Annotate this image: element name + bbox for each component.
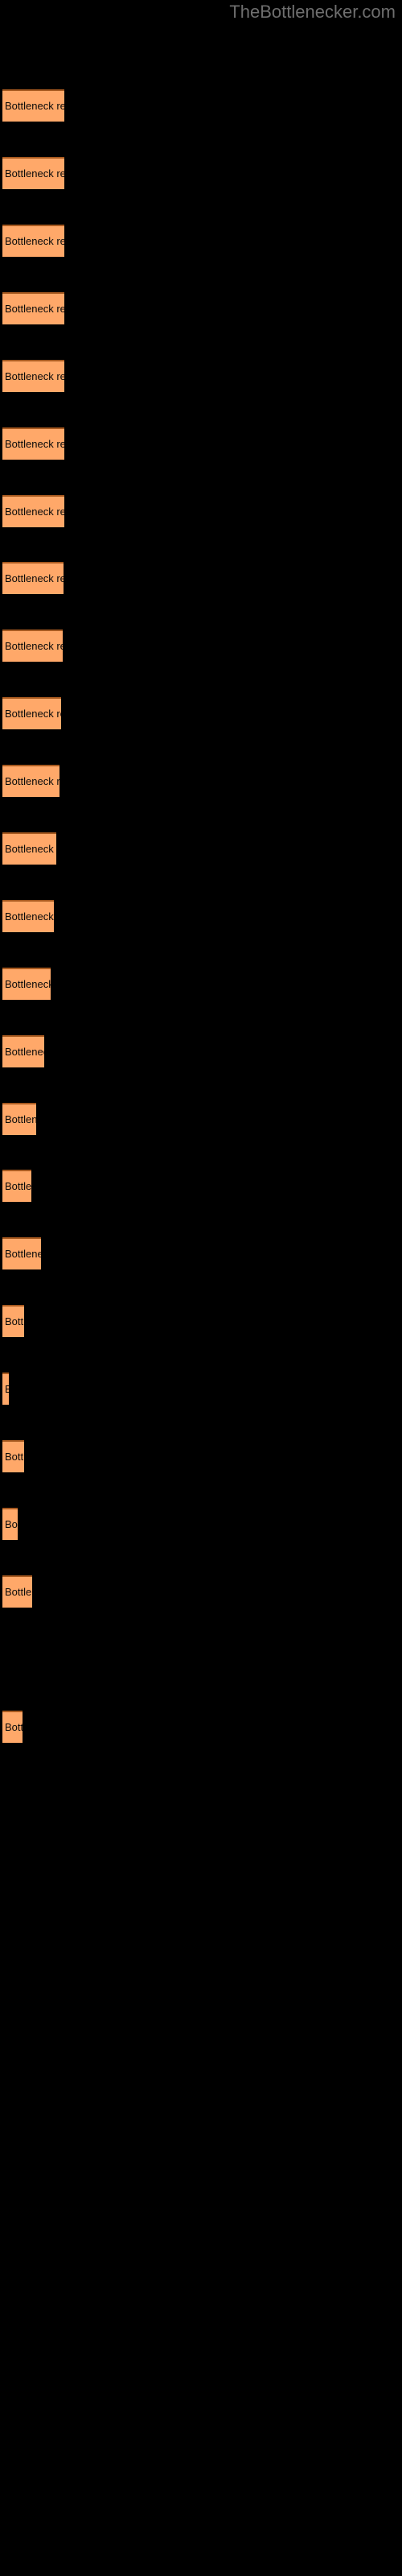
bar-label: Bottleneck result — [5, 303, 64, 315]
bar-label: Bottleneck result — [5, 572, 64, 584]
bar-17[interactable]: Bottleneck result — [2, 1237, 41, 1269]
bar-5[interactable]: Bottleneck result — [2, 427, 64, 460]
bar-label: Bottleneck result — [5, 1180, 31, 1192]
bar-3[interactable]: Bottleneck result — [2, 292, 64, 324]
bar-4[interactable]: Bottleneck result — [2, 360, 64, 392]
bar-label: Bottleneck result — [5, 843, 56, 855]
bar-15[interactable]: Bottleneck result — [2, 1103, 36, 1135]
bar-label: Bottleneck result — [5, 1721, 23, 1733]
bar-label: Bottleneck result — [5, 708, 61, 720]
bar-label: Bottleneck result — [5, 1518, 18, 1530]
bar-label: Bottleneck result — [5, 1384, 9, 1395]
bar-16[interactable]: Bottleneck result — [2, 1170, 31, 1202]
bar-label: Bottleneck result — [5, 438, 64, 450]
bar-label: Bottleneck result — [5, 775, 59, 787]
bar-0[interactable]: Bottleneck result — [2, 89, 64, 122]
bar-chart: Bottleneck result Bottleneck result Bottle… — [0, 0, 402, 2576]
bar-9[interactable]: Bottleneck result — [2, 697, 61, 729]
bar-14[interactable]: Bottleneck result — [2, 1035, 44, 1067]
bar-13[interactable]: Bottleneck result — [2, 968, 51, 1000]
bar-label: Bottleneck result — [5, 1586, 32, 1598]
bar-label: Bottleneck result — [5, 1451, 24, 1463]
bar-label: Bottleneck result — [5, 978, 51, 990]
bar-label: Bottleneck result — [5, 1315, 24, 1327]
bar-label: Bottleneck result — [5, 1046, 44, 1058]
bar-2[interactable]: Bottleneck result — [2, 225, 64, 257]
bar-20[interactable]: Bottleneck result — [2, 1440, 24, 1472]
bar-12[interactable]: Bottleneck result — [2, 900, 54, 932]
bar-8[interactable]: Bottleneck result — [2, 630, 63, 662]
chart-page: TheBottlenecker.com Bottleneck resultBot… — [0, 0, 402, 2576]
bar-6[interactable]: Bottleneck result — [2, 495, 64, 527]
bar-label: Bottleneck result — [5, 100, 64, 112]
bar-1[interactable]: Bottleneck result — [2, 157, 64, 189]
bar-label: Bottleneck result — [5, 910, 54, 923]
bar-10[interactable]: Bottleneck result — [2, 765, 59, 797]
bar-label: Bottleneck result — [5, 506, 64, 518]
bar-label: Bottleneck result — [5, 1113, 36, 1125]
bar-label: Bottleneck result — [5, 235, 64, 247]
bar-label: Bottleneck result — [5, 1248, 41, 1260]
bar-24[interactable]: Bottleneck result — [2, 1711, 23, 1743]
bar-21[interactable]: Bottleneck result — [2, 1508, 18, 1540]
bar-18[interactable]: Bottleneck result — [2, 1305, 24, 1337]
bar-19[interactable]: Bottleneck result — [2, 1373, 9, 1405]
bar-label: Bottleneck result — [5, 640, 63, 652]
bar-label: Bottleneck result — [5, 167, 64, 180]
bar-label: Bottleneck result — [5, 370, 64, 382]
bar-11[interactable]: Bottleneck result — [2, 832, 56, 865]
bar-22[interactable]: Bottleneck result — [2, 1575, 32, 1608]
bar-7[interactable]: Bottleneck result — [2, 562, 64, 594]
